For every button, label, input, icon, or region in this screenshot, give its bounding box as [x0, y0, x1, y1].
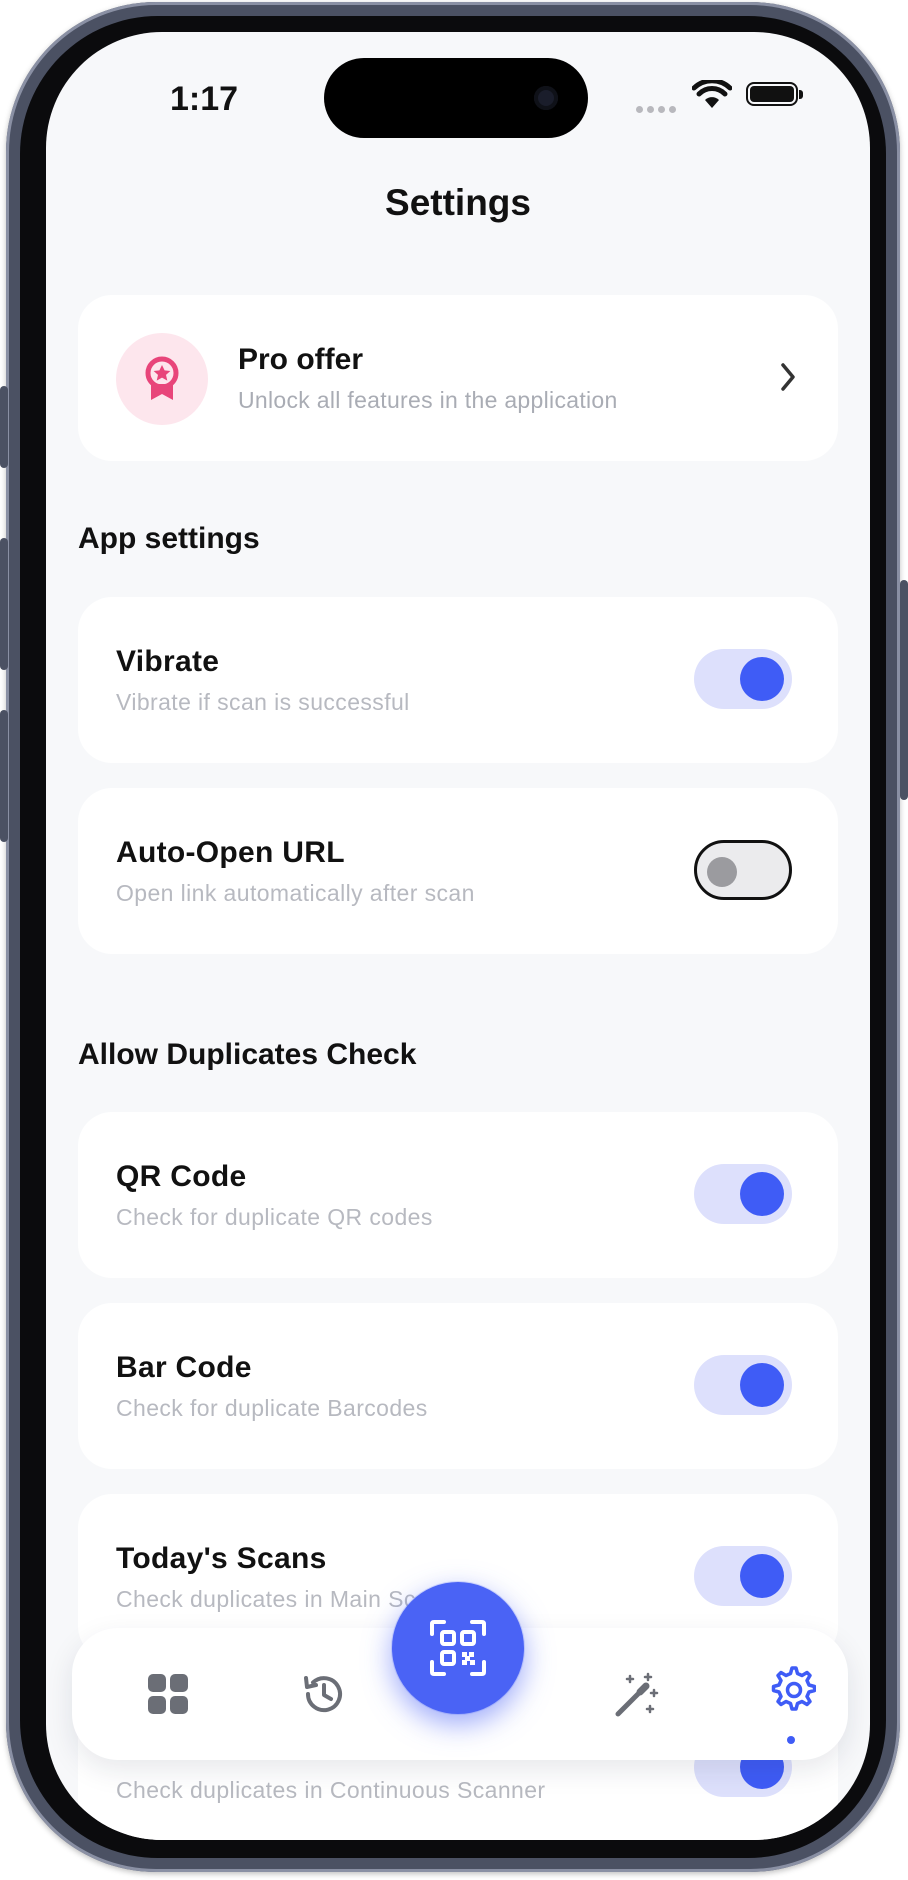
setting-subtitle: Open link automatically after scan [116, 880, 475, 906]
setting-subtitle: Check duplicates in Continuous Scanner [116, 1777, 546, 1803]
award-icon [116, 333, 208, 425]
nav-home[interactable] [136, 1662, 200, 1726]
chevron-right-icon [781, 363, 795, 391]
side-button [0, 710, 8, 842]
vibrate-toggle[interactable] [694, 649, 792, 709]
setting-title: Auto-Open URL [116, 836, 345, 869]
setting-auto-open-url: Auto-Open URL Open link automatically af… [78, 788, 838, 954]
pro-offer-card[interactable]: Pro offer Unlock all features in the app… [78, 295, 838, 461]
setting-bar-code: Bar Code Check for duplicate Barcodes [78, 1303, 838, 1469]
active-indicator [787, 1736, 795, 1744]
pro-offer-subtitle: Unlock all features in the application [238, 387, 618, 413]
battery-icon [746, 82, 803, 106]
setting-subtitle: Check for duplicate Barcodes [116, 1395, 428, 1421]
grid-icon [148, 1674, 188, 1714]
setting-subtitle: Vibrate if scan is successful [116, 689, 410, 715]
side-button [900, 580, 908, 800]
wifi-icon [692, 80, 732, 108]
setting-title: Today's Scans [116, 1542, 327, 1575]
magic-wand-icon [615, 1672, 659, 1717]
setting-vibrate: Vibrate Vibrate if scan is successful [78, 597, 838, 763]
signal-icon [636, 100, 680, 118]
nav-generate[interactable] [604, 1662, 668, 1726]
setting-qr-code: QR Code Check for duplicate QR codes [78, 1112, 838, 1278]
nav-history[interactable] [292, 1662, 356, 1726]
scan-button[interactable] [392, 1582, 524, 1714]
side-button [0, 386, 8, 468]
qr-scan-icon [430, 1620, 486, 1676]
section-duplicates-check: Allow Duplicates Check [78, 1038, 417, 1071]
setting-subtitle: Check for duplicate QR codes [116, 1204, 433, 1230]
nav-settings[interactable] [760, 1656, 824, 1744]
screen: 1:17 Settings Pro offer Unlock all featu… [46, 32, 870, 1840]
pro-offer-title: Pro offer [238, 343, 364, 376]
page-title: Settings [385, 182, 531, 223]
side-button [0, 538, 8, 670]
todays-scans-toggle[interactable] [694, 1546, 792, 1606]
gear-icon [771, 1666, 816, 1711]
bar-code-toggle[interactable] [694, 1355, 792, 1415]
auto-open-url-toggle[interactable] [694, 840, 792, 900]
setting-title: Bar Code [116, 1351, 252, 1384]
camera-icon [534, 86, 558, 110]
history-icon [304, 1676, 342, 1713]
setting-title: QR Code [116, 1160, 247, 1193]
section-app-settings: App settings [78, 522, 260, 555]
status-time: 1:17 [170, 80, 239, 118]
setting-title: Vibrate [116, 645, 220, 678]
dynamic-island [324, 58, 588, 138]
qr-code-toggle[interactable] [694, 1164, 792, 1224]
